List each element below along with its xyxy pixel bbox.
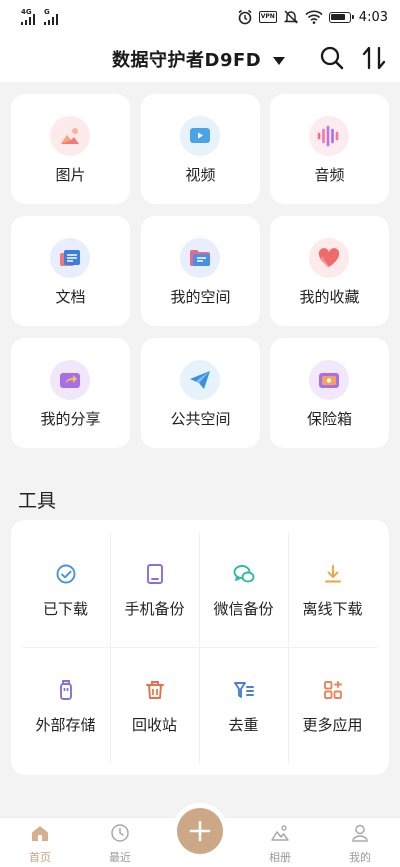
- paper-plane-icon: [180, 360, 220, 400]
- nav-album[interactable]: 相册: [250, 823, 310, 865]
- tool-downloaded[interactable]: 已下载: [21, 520, 110, 630]
- tool-label: 手机备份: [124, 600, 185, 618]
- home-icon: [32, 826, 48, 841]
- category-images[interactable]: 图片: [11, 94, 130, 204]
- tool-external-storage[interactable]: 外部存储: [21, 636, 110, 746]
- alarm-icon: [237, 9, 253, 25]
- category-favorites[interactable]: 我的收藏: [270, 216, 389, 326]
- search-button[interactable]: [318, 44, 346, 72]
- tools-panel: 已下载 手机备份 微信备份 离线下载 外部存储 回收站 去重 更多应用: [11, 520, 389, 775]
- category-audio[interactable]: 音频: [270, 94, 389, 204]
- tool-dedupe[interactable]: 去重: [199, 636, 288, 746]
- tool-label: 去重: [228, 716, 259, 734]
- category-label: 我的分享: [40, 410, 101, 428]
- nav-label: 我的: [349, 851, 371, 864]
- user-icon: [352, 824, 368, 842]
- search-icon: [320, 46, 344, 70]
- category-label: 我的收藏: [299, 288, 360, 306]
- document-icon: [50, 238, 90, 278]
- category-label: 我的空间: [170, 288, 231, 306]
- category-label: 文档: [55, 288, 86, 306]
- category-videos[interactable]: 视频: [141, 94, 260, 204]
- tool-label: 微信备份: [213, 600, 274, 618]
- nav-label: 首页: [29, 851, 51, 864]
- tool-label: 离线下载: [302, 600, 363, 618]
- category-my-space[interactable]: 我的空间: [141, 216, 260, 326]
- tool-more-apps[interactable]: 更多应用: [288, 636, 377, 746]
- audio-icon: [309, 116, 349, 156]
- signal-bars-icon: [21, 14, 37, 25]
- wifi-icon: [305, 9, 323, 25]
- space-name[interactable]: 数据守护者D9FD: [112, 46, 261, 72]
- wechat-backup-icon: [233, 565, 255, 583]
- mute-icon: [283, 9, 299, 25]
- tool-phone-backup[interactable]: 手机备份: [110, 520, 199, 630]
- signal-sim1: 4G: [21, 8, 35, 25]
- category-documents[interactable]: 文档: [11, 216, 130, 326]
- share-icon: [50, 360, 90, 400]
- signal-sim2: G: [44, 8, 58, 25]
- clock-icon: [111, 824, 129, 842]
- tool-label: 已下载: [42, 600, 88, 618]
- clock-time: 4:03: [358, 9, 388, 25]
- image-icon: [50, 116, 90, 156]
- tool-label: 更多应用: [302, 716, 363, 734]
- downloaded-check-icon: [56, 564, 76, 584]
- vpn-icon: VPN: [258, 9, 277, 25]
- status-bar: 4G G VPN 4:03: [0, 0, 400, 34]
- app-header: 数据守护者D9FD: [0, 34, 400, 82]
- folder-icon: [180, 238, 220, 278]
- battery-icon: [328, 9, 354, 25]
- album-icon: [271, 825, 289, 841]
- category-safe-box[interactable]: 保险箱: [270, 338, 389, 448]
- tool-offline-download[interactable]: 离线下载: [288, 520, 377, 630]
- nav-recent[interactable]: 最近: [90, 823, 150, 865]
- tool-label: 外部存储: [35, 716, 96, 734]
- dedupe-icon: [234, 682, 254, 698]
- add-button[interactable]: [177, 808, 223, 854]
- nav-label: 相册: [269, 851, 291, 864]
- sort-button[interactable]: [360, 44, 388, 72]
- safe-icon: [309, 360, 349, 400]
- more-apps-icon: [324, 681, 342, 699]
- sort-icon: [362, 46, 386, 70]
- tool-recycle-bin[interactable]: 回收站: [110, 636, 199, 746]
- nav-label: 最近: [109, 851, 131, 864]
- category-label: 图片: [55, 166, 86, 184]
- category-public-space[interactable]: 公共空间: [141, 338, 260, 448]
- recycle-bin-icon: [146, 681, 164, 699]
- category-label: 公共空间: [170, 410, 231, 428]
- plus-icon: [189, 820, 211, 842]
- phone-backup-icon: [147, 564, 163, 584]
- tool-label: 回收站: [131, 716, 177, 734]
- signal-bars-icon: [44, 14, 60, 25]
- nav-home[interactable]: 首页: [10, 823, 70, 865]
- dropdown-triangle-icon[interactable]: [271, 52, 287, 65]
- usb-storage-icon: [60, 680, 72, 700]
- video-icon: [180, 116, 220, 156]
- heart-icon: [309, 238, 349, 278]
- tool-wechat-backup[interactable]: 微信备份: [199, 520, 288, 630]
- category-my-shares[interactable]: 我的分享: [11, 338, 130, 448]
- tools-section-title: 工具: [18, 490, 57, 512]
- category-label: 音频: [314, 166, 345, 184]
- nav-mine[interactable]: 我的: [330, 823, 390, 865]
- category-label: 视频: [185, 166, 216, 184]
- category-label: 保险箱: [306, 410, 352, 428]
- vpn-label: VPN: [258, 11, 277, 23]
- offline-download-icon: [325, 565, 341, 583]
